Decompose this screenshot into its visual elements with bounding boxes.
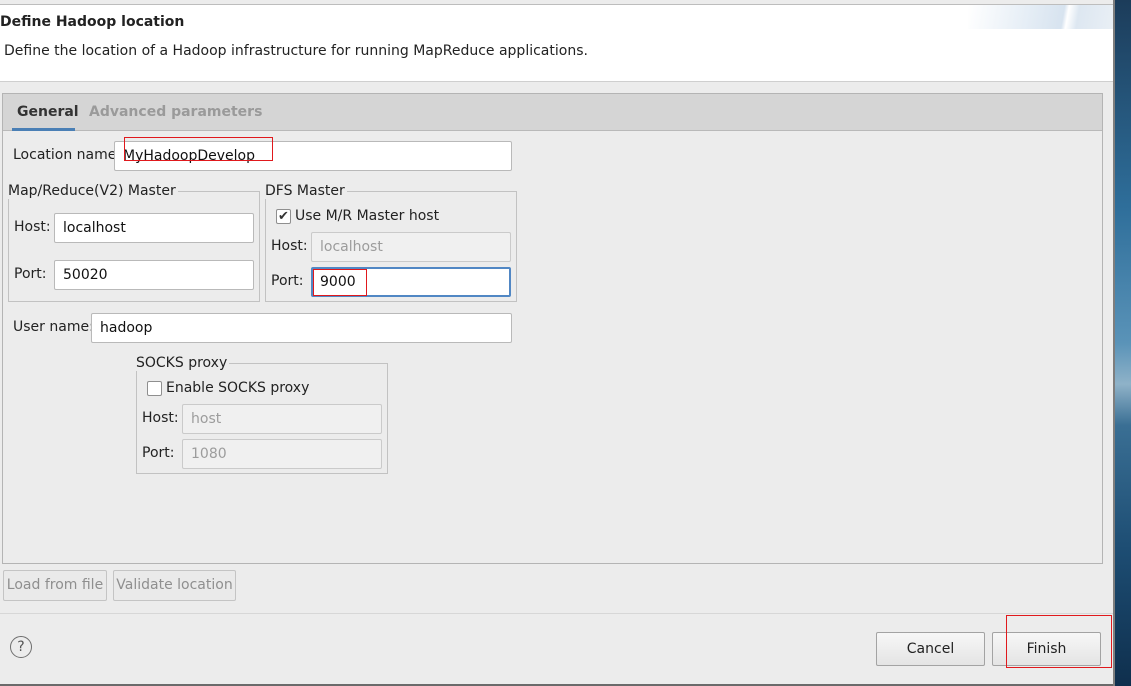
- mr-master-group-title: Map/Reduce(V2) Master: [8, 183, 178, 199]
- footer-separator: [0, 613, 1113, 614]
- tab-selected-indicator: [12, 128, 75, 131]
- tab-bar: General Advanced parameters: [3, 94, 1102, 131]
- socks-host-label: Host:: [142, 410, 179, 426]
- mr-host-label: Host:: [14, 219, 51, 235]
- socks-port-label: Port:: [142, 445, 175, 461]
- mr-host-input[interactable]: localhost: [54, 213, 254, 243]
- desktop-background-strip: [1113, 0, 1131, 686]
- socks-port-input: 1080: [182, 439, 382, 469]
- enable-socks-proxy-label: Enable SOCKS proxy: [166, 380, 310, 396]
- user-name-input[interactable]: hadoop: [91, 313, 512, 343]
- tab-advanced-parameters[interactable]: Advanced parameters: [89, 104, 262, 120]
- use-mr-master-host-checkbox[interactable]: ✔: [276, 209, 291, 224]
- header-banner-graphic: [968, 5, 1113, 29]
- socks-host-input: host: [182, 404, 382, 434]
- dfs-host-input: localhost: [311, 232, 511, 262]
- dfs-master-group-title: DFS Master: [265, 183, 347, 199]
- dialog-header: Define Hadoop location Define the locati…: [0, 5, 1113, 82]
- use-mr-master-host-label: Use M/R Master host: [295, 208, 440, 224]
- cancel-button[interactable]: Cancel: [876, 632, 985, 666]
- validate-location-button[interactable]: Validate location: [113, 570, 236, 601]
- enable-socks-proxy-checkbox[interactable]: [147, 381, 162, 396]
- location-name-label: Location name:: [13, 147, 122, 163]
- checkmark-icon: ✔: [278, 209, 289, 224]
- load-from-file-button[interactable]: Load from file: [3, 570, 107, 601]
- dfs-port-input[interactable]: 9000: [311, 267, 511, 297]
- location-name-input[interactable]: MyHadoopDevelop: [114, 141, 512, 171]
- mr-port-label: Port:: [14, 266, 47, 282]
- socks-proxy-group-title: SOCKS proxy: [136, 355, 230, 371]
- dfs-port-label: Port:: [271, 273, 304, 289]
- tab-general[interactable]: General: [17, 104, 79, 120]
- user-name-label: User name:: [13, 319, 94, 335]
- finish-button[interactable]: Finish: [992, 632, 1101, 666]
- dialog-window: Define Hadoop location Define the locati…: [0, 0, 1113, 686]
- dialog-title: Define Hadoop location: [0, 14, 185, 30]
- dfs-host-label: Host:: [271, 238, 308, 254]
- dialog-description: Define the location of a Hadoop infrastr…: [4, 43, 588, 59]
- mr-port-input[interactable]: 50020: [54, 260, 254, 290]
- help-icon[interactable]: ?: [10, 636, 32, 658]
